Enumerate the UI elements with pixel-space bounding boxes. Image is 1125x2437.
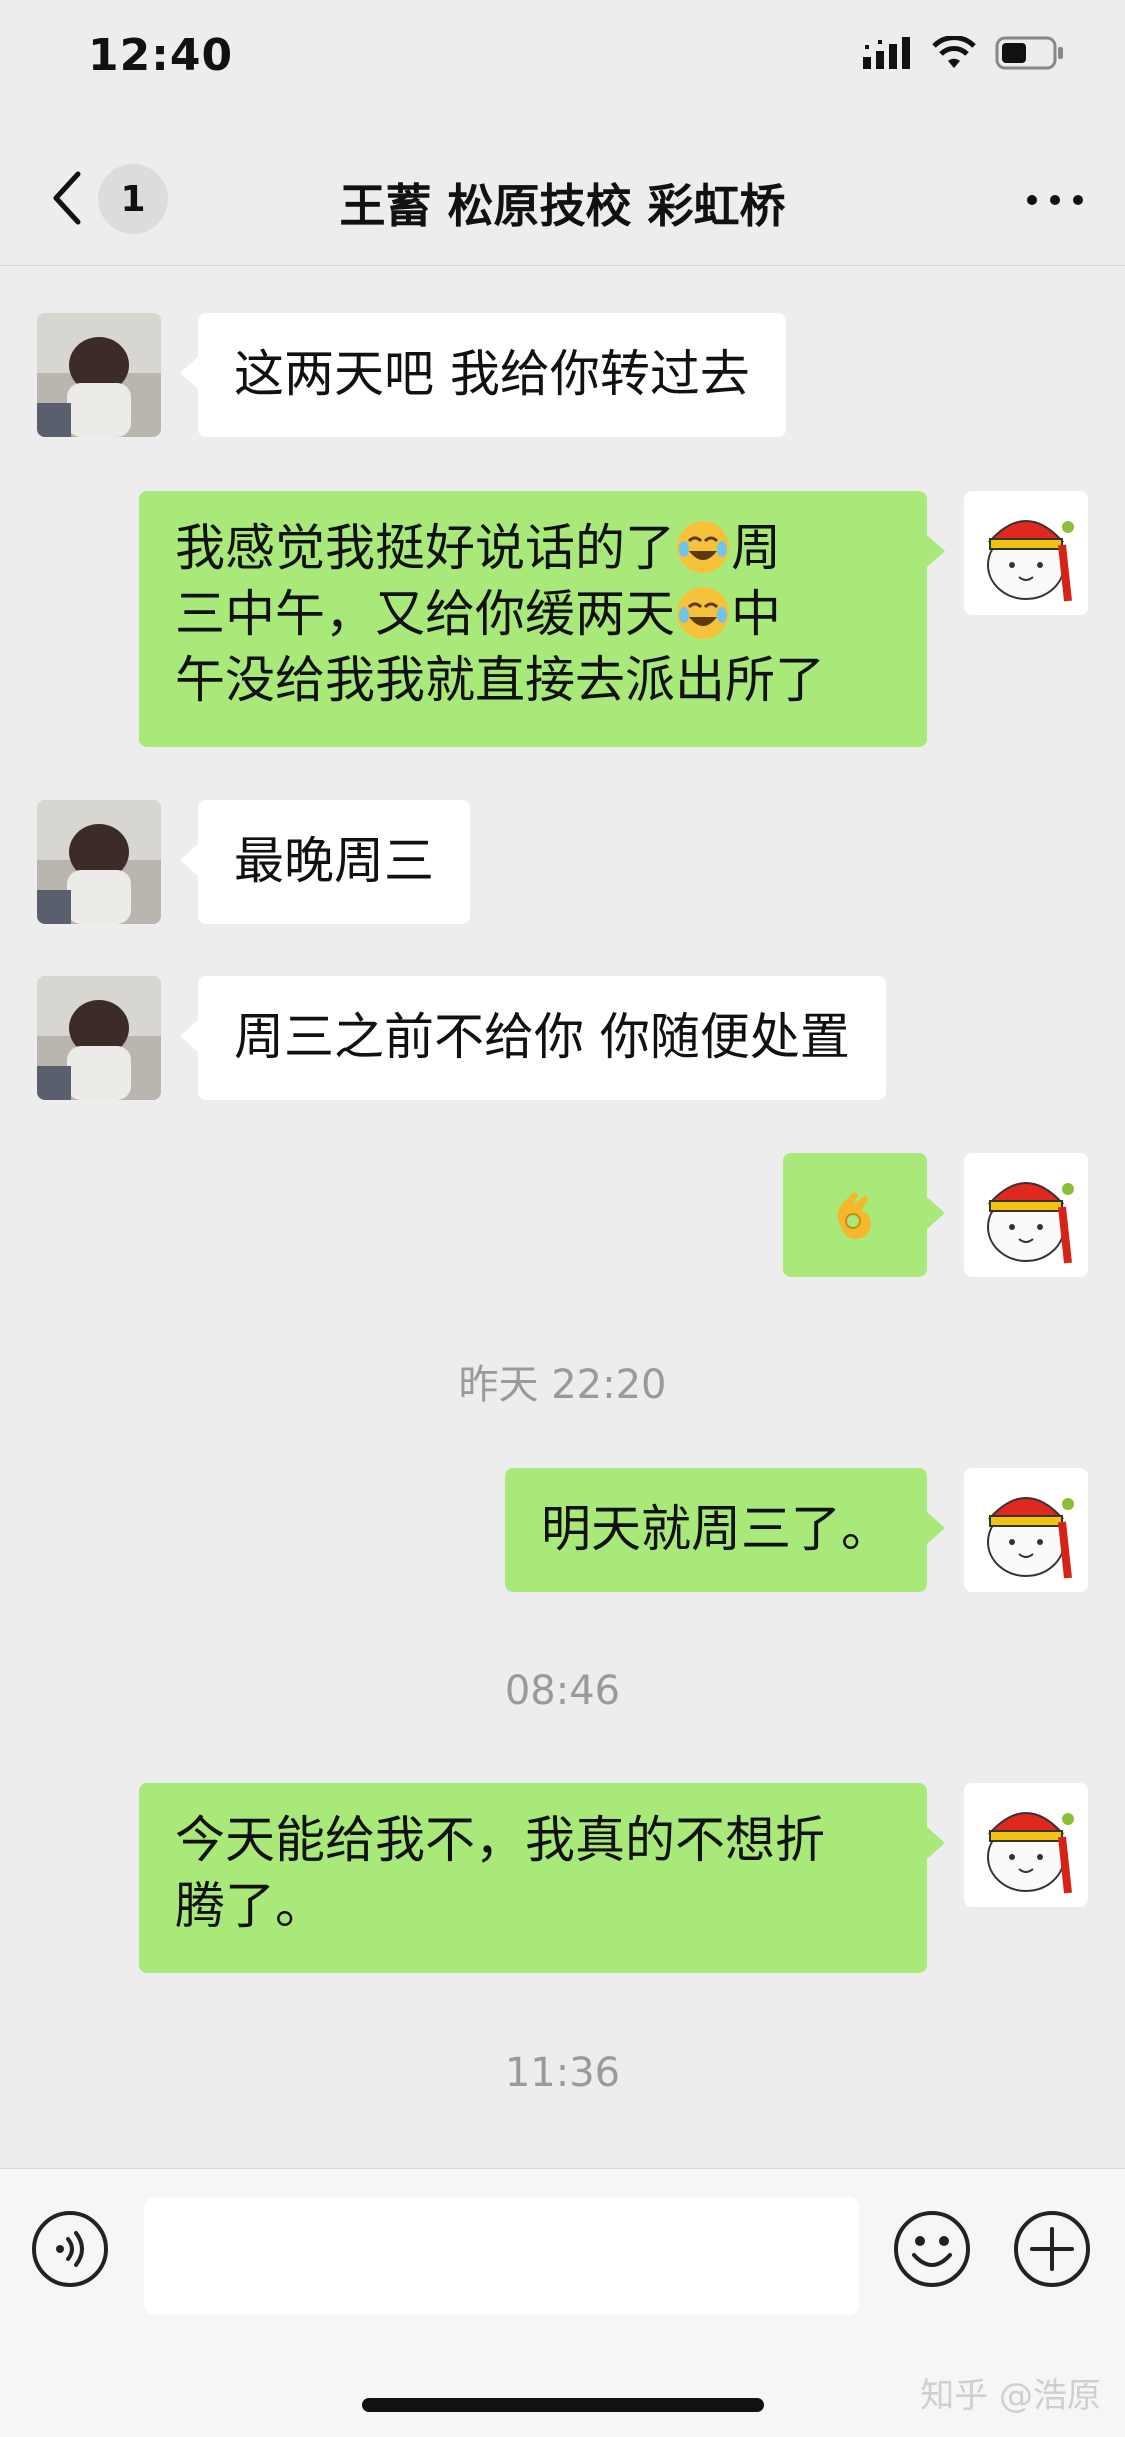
message-text: 周三之前不给你 你随便处置 [234,1008,850,1066]
battery-icon [995,36,1063,70]
more-options-icon[interactable] [1020,180,1090,220]
status-bar: 12:40 [0,0,1125,130]
message-text-line: 我感觉我挺好说话的了 [175,519,675,577]
contact-avatar[interactable] [37,976,161,1100]
timestamp: 昨天 22:20 [458,1362,667,1408]
status-icons [863,36,1065,70]
message-bubble-received[interactable]: 最晚周三 [180,800,470,924]
add-more-icon[interactable] [1012,2209,1092,2289]
chat-title: 王蓄 松原技校 彩虹桥 [339,179,786,233]
message-bubble-sent[interactable]: 明天就周三了。 [505,1468,945,1592]
my-avatar[interactable] [964,1783,1088,1907]
timestamp: 08:46 [504,1668,621,1714]
message-input[interactable] [144,2197,859,2315]
message-text-line: 周 [731,519,781,577]
wifi-icon [932,36,976,68]
message-text: 这两天吧 我给你转过去 [234,345,750,403]
message-bubble-sent[interactable] [783,1153,945,1277]
message-text: 最晚周三 [234,832,434,890]
contact-avatar[interactable] [37,313,161,437]
timestamp: 11:36 [504,2050,621,2096]
message-text: 明天就周三了。 [541,1500,891,1558]
watermark: 知乎 @浩原 [920,2376,1101,2416]
message-text-line: 午没给我我就直接去派出所了 [175,651,825,709]
cellular-signal-icon [863,37,910,69]
voice-input-icon[interactable] [30,2209,110,2289]
emoji-button-icon[interactable] [892,2209,972,2289]
message-text-line: 腾了。 [175,1877,325,1935]
message-bubble-received[interactable]: 这两天吧 我给你转过去 [180,313,786,437]
my-avatar[interactable] [964,491,1088,615]
message-text-line: 三中午，又给你缓两天 [175,585,675,643]
message-bubble-sent[interactable]: 我感觉我挺好说话的了周 三中午，又给你缓两天中 午没给我我就直接去派出所了 [139,491,945,747]
contact-avatar[interactable] [37,800,161,924]
laughing-crying-emoji-icon [677,521,729,573]
ok-hand-emoji-icon [837,1192,871,1239]
message-bubble-received[interactable]: 周三之前不给你 你随便处置 [180,976,886,1100]
chat-header: 1 王蓄 松原技校 彩虹桥 [0,130,1125,266]
home-indicator[interactable] [362,2398,764,2412]
laughing-crying-emoji-icon [677,587,729,639]
status-time: 12:40 [88,30,234,81]
message-bubble-sent[interactable]: 今天能给我不，我真的不想折 腾了。 [139,1783,945,1973]
message-text-line: 中 [731,585,781,643]
my-avatar[interactable] [964,1468,1088,1592]
message-text-line: 今天能给我不，我真的不想折 [175,1811,825,1869]
my-avatar[interactable] [964,1153,1088,1277]
